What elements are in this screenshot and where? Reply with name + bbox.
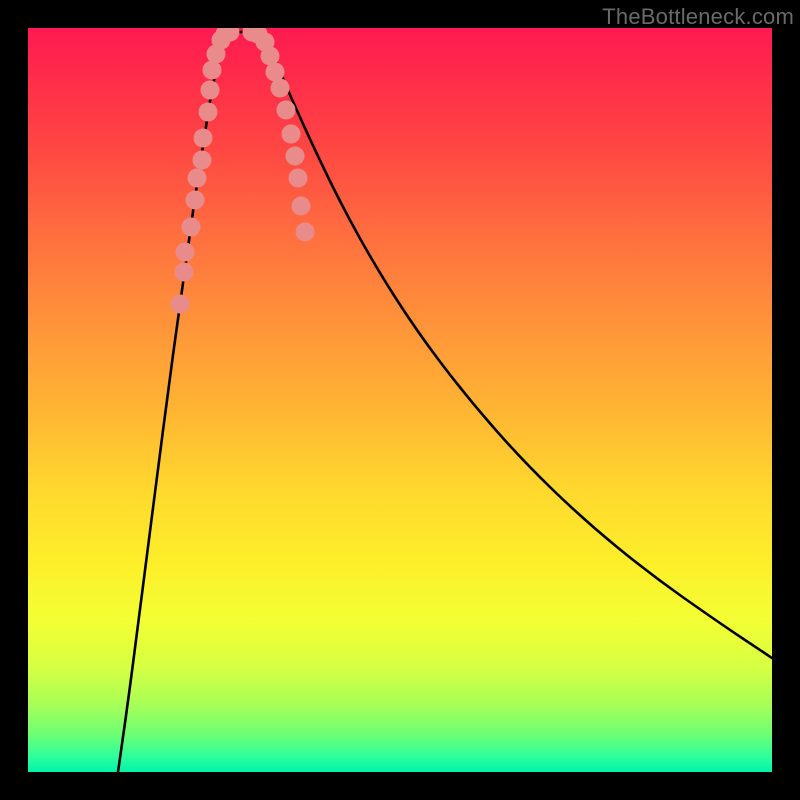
marker-dot: [176, 243, 195, 262]
marker-dot: [221, 28, 240, 42]
curve-left-branch: [118, 34, 227, 772]
marker-dot: [282, 125, 301, 144]
marker-dot: [188, 169, 207, 188]
marker-dot: [277, 101, 296, 120]
marker-dot: [271, 79, 290, 98]
marker-dot: [243, 28, 262, 42]
marker-dot: [212, 31, 231, 50]
plot-area: [28, 28, 772, 772]
curve-right-branch: [263, 34, 772, 658]
marker-dot: [171, 295, 190, 314]
marker-dot: [249, 28, 268, 44]
marker-dot: [207, 45, 226, 64]
marker-dot: [186, 191, 205, 210]
marker-dot: [182, 218, 201, 237]
marker-dot: [216, 28, 235, 44]
marker-dot: [193, 151, 212, 170]
marker-dot: [175, 263, 194, 282]
marker-dot: [261, 47, 280, 66]
markers-right: [243, 28, 315, 242]
marker-dot: [292, 197, 311, 216]
marker-dot: [286, 147, 305, 166]
marker-dot: [203, 61, 222, 80]
curve-svg: [28, 28, 772, 772]
markers-left: [171, 28, 240, 314]
marker-dot: [289, 169, 308, 188]
chart-frame: TheBottleneck.com: [0, 0, 800, 800]
marker-dot: [296, 223, 315, 242]
marker-dot: [201, 81, 220, 100]
marker-dot: [266, 63, 285, 82]
marker-dot: [194, 129, 213, 148]
watermark-text: TheBottleneck.com: [602, 4, 794, 30]
marker-dot: [199, 103, 218, 122]
marker-dot: [256, 33, 275, 52]
